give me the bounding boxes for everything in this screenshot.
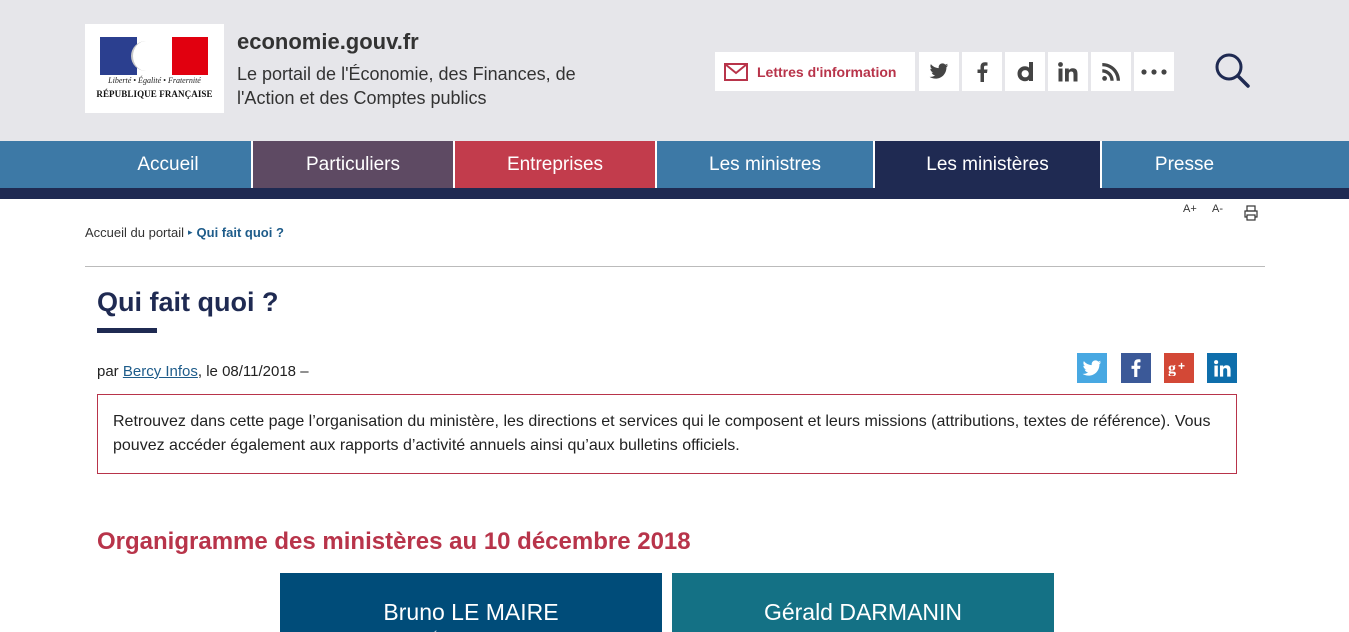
nav-item-presse[interactable]: Presse: [1100, 141, 1267, 188]
org-card-name: Bruno LE MAIRE: [383, 599, 559, 625]
nav-bottom-bar: [0, 188, 1349, 199]
divider: [85, 266, 1265, 267]
breadcrumb-separator-icon: ▸: [188, 227, 193, 237]
org-card-name: Gérald DARMANIN: [763, 599, 963, 625]
search-icon[interactable]: [1213, 52, 1251, 88]
breadcrumb-current: Qui fait quoi ?: [196, 225, 284, 240]
twitter-icon[interactable]: [919, 52, 959, 91]
svg-text:g: g: [1168, 360, 1176, 376]
org-card-bruno-le-maire[interactable]: Bruno LE MAIRE Ministre de l'Économie et…: [280, 573, 662, 632]
byline-date: , le 08/11/2018 –: [197, 363, 309, 380]
linkedin-icon[interactable]: [1048, 52, 1088, 91]
site-name[interactable]: economie.gouv.fr: [237, 29, 419, 55]
increase-font-button[interactable]: A+: [1183, 203, 1197, 215]
print-icon[interactable]: [1244, 205, 1258, 221]
nav-item-entreprises[interactable]: Entreprises: [453, 141, 655, 188]
breadcrumb-home-link[interactable]: Accueil du portail: [85, 225, 184, 240]
newsletter-button[interactable]: Lettres d'information: [715, 52, 915, 91]
site-tagline: Le portail de l'Économie, des Finances, …: [237, 64, 576, 108]
logo-motto: Liberté • Égalité • Fraternité: [108, 76, 201, 85]
more-icon[interactable]: [1134, 52, 1174, 91]
newsletter-label: Lettres d'information: [757, 63, 897, 80]
org-card-gerald-darmanin[interactable]: Gérald DARMANIN Ministre de l'Action et …: [672, 573, 1054, 632]
nav-item-les-ministeres[interactable]: Les ministères: [873, 141, 1100, 188]
page-title: Qui fait quoi ?: [97, 287, 279, 317]
nav-item-accueil[interactable]: Accueil: [85, 141, 251, 188]
logo-republic: RÉPUBLIQUE FRANÇAISE: [96, 89, 213, 99]
marianne-flag-icon: [100, 37, 208, 75]
twitter-share-icon[interactable]: [1077, 353, 1107, 383]
intro-box: Retrouvez dans cette page l’organisation…: [97, 394, 1237, 474]
republique-francaise-logo[interactable]: Liberté • Égalité • Fraternité RÉPUBLIQU…: [85, 24, 224, 113]
rss-icon[interactable]: [1091, 52, 1131, 91]
svg-text:+: +: [1178, 360, 1185, 373]
nav-item-particuliers[interactable]: Particuliers: [251, 141, 453, 188]
decrease-font-button[interactable]: A-: [1212, 203, 1223, 215]
facebook-share-icon[interactable]: [1121, 353, 1151, 383]
byline: par Bercy Infos, le 08/11/2018 –: [97, 363, 309, 380]
title-underline: [97, 328, 157, 333]
site-header: Liberté • Égalité • Fraternité RÉPUBLIQU…: [0, 0, 1349, 141]
org-chart-title: Organigramme des ministères au 10 décemb…: [97, 528, 691, 555]
googleplus-share-icon[interactable]: g +: [1164, 353, 1194, 383]
linkedin-share-icon[interactable]: [1207, 353, 1237, 383]
byline-prefix: par: [97, 363, 119, 380]
mail-icon: [724, 62, 748, 81]
facebook-icon[interactable]: [962, 52, 1002, 91]
author-link[interactable]: Bercy Infos: [123, 363, 198, 380]
breadcrumb: Accueil du portail ▸ Qui fait quoi ?: [85, 225, 284, 240]
dailymotion-icon[interactable]: [1005, 52, 1045, 91]
nav-item-les-ministres[interactable]: Les ministres: [655, 141, 873, 188]
